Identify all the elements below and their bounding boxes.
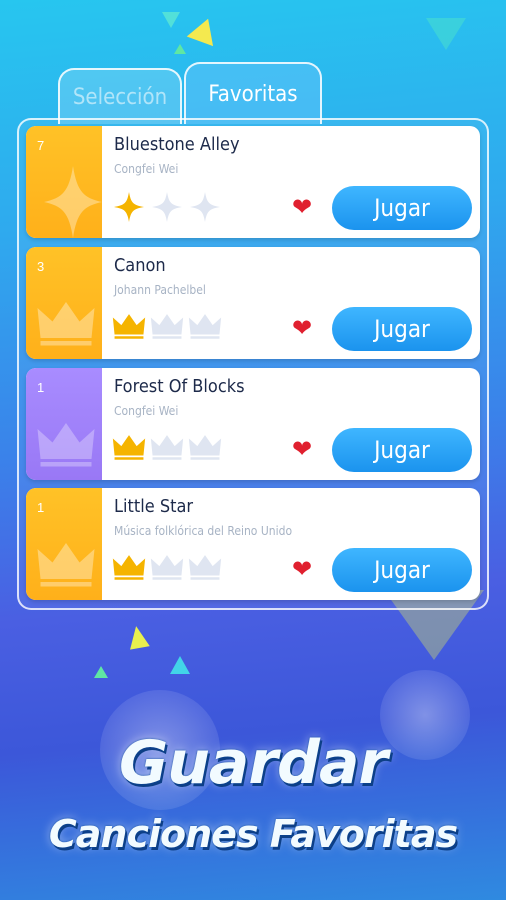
crown-icon — [37, 302, 95, 346]
crown-icon — [150, 314, 184, 339]
play-button[interactable]: Jugar — [332, 307, 472, 351]
song-thumbnail: 1 — [26, 488, 102, 600]
song-rank: 3 — [37, 259, 45, 274]
song-title: Forest Of Blocks — [114, 376, 245, 397]
song-rating — [112, 432, 222, 462]
crown-icon — [150, 555, 184, 580]
star-icon — [152, 192, 182, 222]
favorite-heart-icon[interactable]: ❤ — [292, 438, 312, 462]
song-rating — [112, 190, 222, 224]
crown-icon — [150, 435, 184, 460]
decor-triangle — [426, 18, 466, 50]
song-thumbnail: 3 — [26, 247, 102, 359]
star-icon — [114, 192, 144, 222]
decor-triangle — [94, 666, 108, 678]
song-rank: 7 — [37, 138, 45, 153]
favorite-heart-icon[interactable]: ❤ — [292, 558, 312, 582]
song-artist: Congfei Wei — [114, 404, 179, 418]
decor-triangle — [186, 13, 222, 47]
song-card: 1 Forest Of Blocks Congfei Wei ❤ Jugar — [26, 368, 480, 480]
song-rank: 1 — [37, 500, 45, 515]
crown-icon — [112, 435, 146, 460]
song-thumbnail: 1 — [26, 368, 102, 480]
crown-icon — [188, 555, 222, 580]
song-rating — [112, 311, 222, 341]
star-icon — [190, 192, 220, 222]
crown-icon — [37, 543, 95, 587]
decor-triangle — [126, 624, 150, 650]
star-icon — [44, 166, 102, 238]
crown-icon — [112, 555, 146, 580]
song-card: 1 Little Star Música folklórica del Rein… — [26, 488, 480, 600]
decor-triangle — [170, 656, 190, 674]
song-artist: Congfei Wei — [114, 162, 179, 176]
crown-icon — [188, 314, 222, 339]
favorite-heart-icon[interactable]: ❤ — [292, 317, 312, 341]
tab-seleccion[interactable]: Selección — [58, 68, 182, 124]
play-button[interactable]: Jugar — [332, 186, 472, 230]
song-title: Bluestone Alley — [114, 134, 240, 155]
song-artist: Johann Pachelbel — [114, 283, 206, 297]
decor-triangle — [162, 12, 180, 28]
tab-favoritas[interactable]: Favoritas — [184, 62, 322, 124]
crown-icon — [112, 314, 146, 339]
song-title: Canon — [114, 255, 166, 276]
promo-headline: Guardar — [118, 728, 388, 798]
crown-icon — [188, 435, 222, 460]
song-rank: 1 — [37, 380, 45, 395]
song-rating — [112, 552, 222, 582]
play-button[interactable]: Jugar — [332, 548, 472, 592]
play-button[interactable]: Jugar — [332, 428, 472, 472]
song-artist: Música folklórica del Reino Unido — [114, 524, 293, 538]
favorite-heart-icon[interactable]: ❤ — [292, 196, 312, 220]
crown-icon — [37, 423, 95, 467]
song-title: Little Star — [114, 496, 194, 517]
song-thumbnail: 7 — [26, 126, 102, 238]
decor-triangle — [174, 44, 186, 54]
song-card: 7 Bluestone Alley Congfei Wei ❤ Jugar — [26, 126, 480, 238]
promo-subheadline: Canciones Favoritas — [48, 812, 458, 856]
tab-bar: Selección Favoritas — [58, 62, 322, 124]
song-card: 3 Canon Johann Pachelbel ❤ Jugar — [26, 247, 480, 359]
